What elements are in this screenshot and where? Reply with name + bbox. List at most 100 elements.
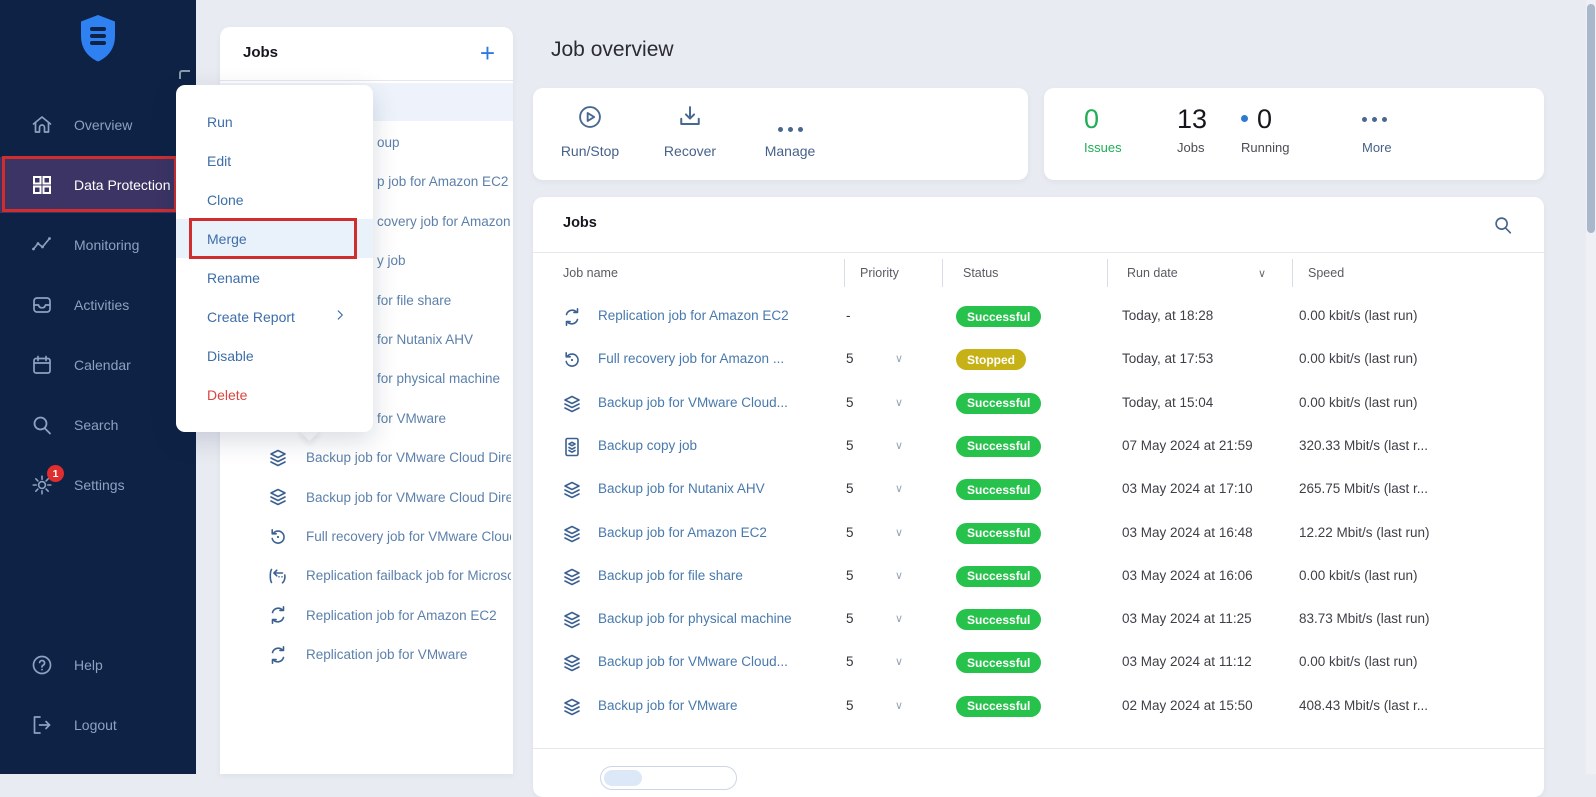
priority-dropdown-icon[interactable]: ∨ <box>895 396 903 409</box>
column-header-job-name[interactable]: Job name <box>563 266 618 280</box>
job-name-link[interactable]: Backup job for file share <box>598 568 743 583</box>
job-name-link[interactable]: Replication job for Amazon EC2 <box>598 308 789 323</box>
search-icon <box>30 413 54 437</box>
menu-item-label: Merge <box>207 231 247 247</box>
speed-value: 0.00 kbit/s (last run) <box>1299 395 1418 410</box>
job-name-link[interactable]: Backup job for Amazon EC2 <box>598 525 767 540</box>
speed-value: 265.75 Mbit/s (last r... <box>1299 481 1428 496</box>
table-row[interactable]: Full recovery job for Amazon ...5∨Stoppe… <box>533 338 1544 381</box>
search-icon[interactable] <box>1492 214 1514 236</box>
run-date-value: 03 May 2024 at 16:06 <box>1122 568 1253 583</box>
status-badge: Successful <box>956 566 1041 587</box>
priority-dropdown-icon[interactable]: ∨ <box>895 612 903 625</box>
sidebar-item-data-protection[interactable]: Data Protection <box>0 157 196 213</box>
job-name-link[interactable]: Full recovery job for Amazon ... <box>598 351 784 366</box>
logout-icon <box>30 713 54 737</box>
recover-icon <box>676 103 704 136</box>
column-header-priority[interactable]: Priority <box>860 266 899 280</box>
context-menu: RunEditClone Merge RenameCreate ReportDisa… <box>176 85 373 432</box>
priority-dropdown-icon[interactable]: ∨ <box>895 352 903 365</box>
table-row[interactable]: Replication job for Amazon EC2-Successfu… <box>533 295 1544 338</box>
priority-dropdown-icon[interactable]: ∨ <box>895 482 903 495</box>
column-header-speed[interactable]: Speed <box>1308 266 1344 280</box>
column-separator <box>1107 259 1108 287</box>
recovery-icon <box>266 536 290 553</box>
backup-icon <box>266 457 290 474</box>
job-list-item[interactable]: Replication job for VMware <box>220 635 513 674</box>
menu-item-run[interactable]: Run <box>176 102 373 141</box>
backup-icon <box>560 576 584 593</box>
priority-dropdown-icon[interactable]: ∨ <box>895 699 903 712</box>
menu-item-create-report[interactable]: Create Report <box>176 297 373 336</box>
run-date-value: 02 May 2024 at 15:50 <box>1122 698 1253 713</box>
pagination-segment <box>604 770 642 786</box>
priority-dropdown-icon[interactable]: ∨ <box>895 655 903 668</box>
add-job-button[interactable]: + <box>480 37 495 69</box>
table-row[interactable]: Backup job for Amazon EC25∨Successful03 … <box>533 512 1544 555</box>
sidebar-item-search[interactable]: Search <box>0 397 196 453</box>
stat-value <box>1362 104 1392 134</box>
column-separator <box>1292 259 1293 287</box>
menu-item-delete[interactable]: Delete <box>176 375 373 414</box>
menu-item-rename[interactable]: Rename <box>176 258 373 297</box>
stat-label: Jobs <box>1177 140 1207 155</box>
sidebar-item-calendar[interactable]: Calendar <box>0 337 196 393</box>
table-row[interactable]: Backup job for Nutanix AHV5∨Successful03… <box>533 468 1544 511</box>
sort-chevron-icon[interactable]: ∨ <box>1258 267 1266 280</box>
job-list-item[interactable]: Replication job for Amazon EC2 <box>220 596 513 635</box>
stat-value: 0 <box>1241 104 1289 134</box>
sidebar-item-label: Help <box>74 657 103 673</box>
stat-issues: 0Issues <box>1084 104 1122 155</box>
page-scrollbar-thumb[interactable] <box>1587 4 1595 233</box>
job-name-link[interactable]: Backup job for VMware <box>598 698 738 713</box>
status-badge: Stopped <box>956 349 1026 370</box>
stat-jobs: 13 Jobs <box>1177 104 1207 155</box>
priority-dropdown-icon[interactable]: ∨ <box>895 569 903 582</box>
stat-more[interactable]: More <box>1362 104 1392 155</box>
run-date-value: 03 May 2024 at 17:10 <box>1122 481 1253 496</box>
job-list-item[interactable]: Backup job for VMware Cloud Direc <box>220 438 513 477</box>
table-row[interactable]: Backup job for file share 5 ∨ Successful 03 … <box>533 555 1544 598</box>
job-list-item[interactable]: Replication failback job for Microsof <box>220 556 513 595</box>
sidebar-item-help[interactable]: Help <box>0 637 196 693</box>
page-title: Job overview <box>551 38 674 62</box>
table-row[interactable]: Backup job for VMware Cloud...5∨Successf… <box>533 641 1544 684</box>
sidebar-item-overview[interactable]: Overview <box>0 97 196 153</box>
job-name-link[interactable]: Backup copy job <box>598 438 697 453</box>
column-header-run-date[interactable]: Run date <box>1127 266 1178 280</box>
job-name-link[interactable]: Backup job for Nutanix AHV <box>598 481 765 496</box>
menu-item-edit[interactable]: Edit <box>176 141 373 180</box>
job-name-link[interactable]: Backup job for physical machine <box>598 611 792 626</box>
sidebar-item-monitoring[interactable]: Monitoring‹ <box>0 217 196 273</box>
table-row[interactable]: Backup copy job5∨Successful07 May 2024 a… <box>533 425 1544 468</box>
job-name-link[interactable]: Backup job for VMware Cloud... <box>598 654 788 669</box>
column-header-status[interactable]: Status <box>963 266 998 280</box>
job-list-item-label: for VMware <box>377 411 511 426</box>
table-row[interactable]: Backup job for VMware5∨Successful02 May … <box>533 685 1544 728</box>
menu-item-disable[interactable]: Disable <box>176 336 373 375</box>
run-stop-button[interactable]: Run/Stop <box>545 106 635 159</box>
recover-button[interactable]: Recover <box>645 106 735 159</box>
sidebar-item-settings[interactable]: 1Settings <box>0 457 196 513</box>
run-date-value: Today, at 17:53 <box>1122 351 1213 366</box>
sidebar-item-activities[interactable]: Activities <box>0 277 196 333</box>
table-row[interactable]: Backup job for VMware Cloud...5∨Successf… <box>533 382 1544 425</box>
table-row[interactable]: Backup job for physical machine5∨Success… <box>533 598 1544 641</box>
toolbar-button-label: Manage <box>745 143 835 159</box>
job-list-item[interactable]: Backup job for VMware Cloud Direc <box>220 478 513 517</box>
job-name-link[interactable]: Backup job for VMware Cloud... <box>598 395 788 410</box>
backup-icon <box>560 706 584 723</box>
priority-dropdown-icon[interactable]: ∨ <box>895 526 903 539</box>
job-list-item[interactable]: Full recovery job for VMware Cloud <box>220 517 513 556</box>
job-list-item-label: y job <box>377 253 511 268</box>
menu-item-merge[interactable]: Merge <box>176 219 373 258</box>
priority-dropdown-icon[interactable]: ∨ <box>895 439 903 452</box>
sidebar-item-logout[interactable]: Logout <box>0 697 196 753</box>
menu-item-clone[interactable]: Clone <box>176 180 373 219</box>
stat-value: 13 <box>1177 104 1207 134</box>
pagination-control[interactable] <box>600 766 737 790</box>
priority-value: 5 <box>846 568 854 583</box>
manage-button[interactable]: Manage <box>745 106 835 159</box>
toolbar-button-label: Recover <box>645 143 735 159</box>
status-badge: Successful <box>956 393 1041 414</box>
